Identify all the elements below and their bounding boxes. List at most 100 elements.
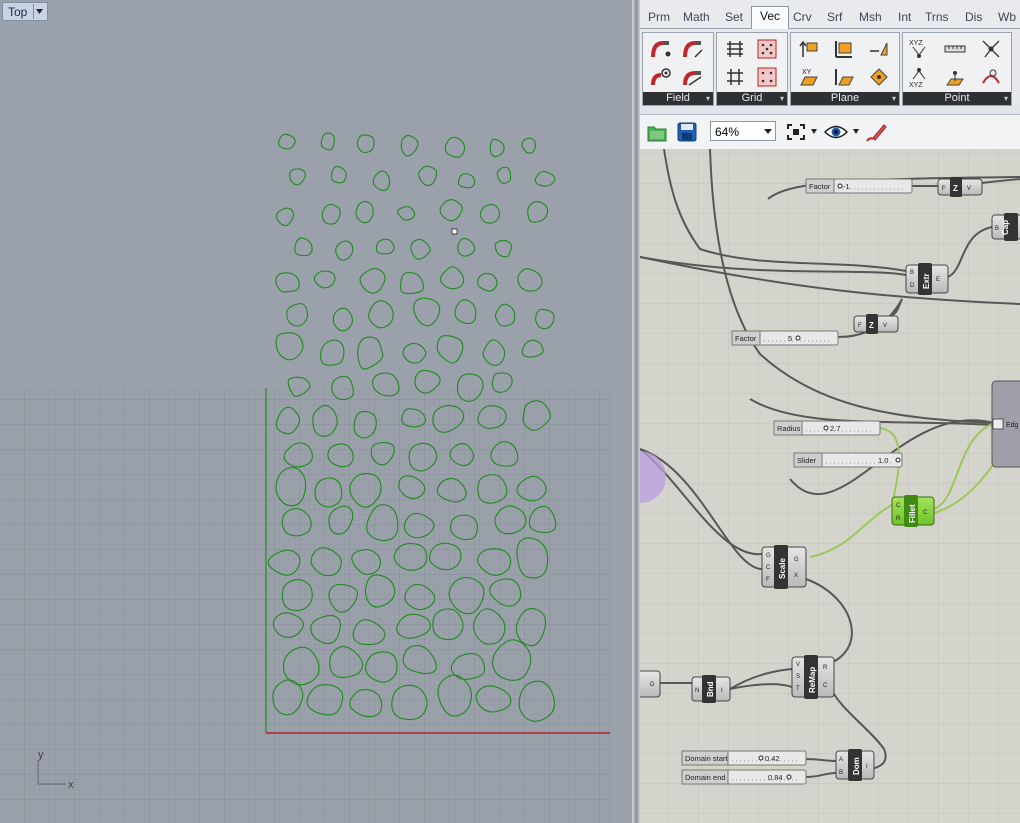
cell-curve[interactable]	[321, 203, 341, 225]
cell-curve[interactable]	[521, 137, 536, 154]
cell-curve[interactable]	[410, 238, 431, 260]
point-on-plane-icon[interactable]	[943, 65, 967, 89]
construct-point-icon[interactable]: XYZ	[907, 37, 931, 61]
open-file-icon[interactable]	[646, 121, 668, 143]
radius-slider[interactable]: Radius 2.7	[773, 420, 881, 436]
tab-vec[interactable]: Vec	[751, 6, 790, 29]
cell-curve[interactable]	[439, 266, 465, 290]
cell-curve[interactable]	[517, 268, 543, 292]
unit-z-component-1[interactable]: Z F V	[937, 177, 983, 197]
cell-curve[interactable]	[494, 303, 516, 327]
unit-z-component-2[interactable]: Z F V	[853, 314, 899, 334]
pull-point-icon[interactable]	[979, 65, 1003, 89]
cell-curve[interactable]	[535, 308, 555, 330]
zoom-level-dropdown[interactable]: 64%	[710, 121, 776, 141]
tab-msh[interactable]: Msh	[859, 10, 882, 24]
remap-component[interactable]: ReMap V S T R C	[791, 655, 835, 699]
cell-curve[interactable]	[400, 271, 424, 295]
fillet-component[interactable]: Fillet C R C	[891, 495, 935, 527]
domain-start-slider[interactable]: Domain start 0.42	[681, 750, 807, 766]
zoom-extents-icon[interactable]	[786, 123, 806, 141]
viewport-menu-dropdown[interactable]	[33, 4, 45, 19]
cell-curve[interactable]	[444, 136, 466, 158]
plane-normal-icon[interactable]	[867, 37, 891, 61]
cell-curve[interactable]	[286, 303, 309, 327]
viewport-canvas[interactable]: y x	[0, 0, 632, 823]
cell-curve[interactable]	[372, 170, 391, 192]
deconstruct-point-icon[interactable]: XYZ	[907, 65, 931, 89]
cell-curve[interactable]	[496, 166, 512, 184]
distance-icon[interactable]	[943, 37, 967, 61]
cell-curve[interactable]	[534, 170, 556, 187]
cell-curve[interactable]	[494, 239, 512, 258]
ribbon-group-label[interactable]: Plane ▾	[791, 92, 899, 105]
plane-offset-icon[interactable]	[867, 65, 891, 89]
tab-srf[interactable]: Srf	[827, 10, 842, 24]
cell-curve[interactable]	[275, 272, 300, 293]
cap-holes-component[interactable]: Cap B	[991, 213, 1020, 241]
chevron-down-icon[interactable]	[853, 129, 859, 134]
cell-curve[interactable]	[400, 135, 419, 157]
ribbon-group-label[interactable]: Field ▾	[643, 92, 713, 105]
bounds-component[interactable]: Bnd N I	[691, 675, 731, 703]
cell-curve[interactable]	[413, 297, 441, 327]
square-grid-icon[interactable]	[723, 65, 747, 89]
cell-curve[interactable]	[454, 299, 477, 325]
vector-force-icon[interactable]	[681, 65, 705, 89]
cell-curve[interactable]	[397, 206, 416, 221]
cell-curve[interactable]	[489, 138, 505, 158]
cell-curve[interactable]	[359, 268, 386, 294]
tab-trns[interactable]: Trns	[925, 10, 949, 24]
scale-component[interactable]: Scale G C F G X	[761, 545, 807, 589]
tab-int[interactable]: Int	[898, 10, 911, 24]
viewport-title-tab[interactable]: Top	[2, 2, 49, 21]
factor-slider-2[interactable]: Factor 5	[731, 330, 839, 346]
window-splitter[interactable]	[632, 0, 640, 823]
hexagonal-grid-icon[interactable]	[755, 37, 779, 61]
cell-curve[interactable]	[457, 173, 476, 189]
line-charge-icon[interactable]	[681, 37, 705, 61]
cell-curve[interactable]	[402, 342, 427, 364]
cell-curve[interactable]	[335, 240, 354, 261]
cell-curve[interactable]	[479, 203, 501, 224]
factor-slider-1[interactable]: Factor -1	[805, 178, 913, 194]
cell-curve[interactable]	[275, 332, 304, 361]
cell-curve[interactable]	[521, 339, 544, 358]
cell-curve[interactable]	[368, 300, 394, 329]
cell-curve[interactable]	[332, 307, 354, 332]
rhino-top-viewport[interactable]: y x Top	[0, 0, 632, 823]
domain-end-slider[interactable]: Domain end 0.84	[681, 769, 807, 785]
cell-curve[interactable]	[289, 168, 306, 186]
preview-eye-icon[interactable]	[824, 123, 848, 141]
cell-curve[interactable]	[277, 133, 296, 150]
chevron-down-icon[interactable]	[811, 129, 817, 134]
cell-curve[interactable]	[320, 132, 335, 151]
definition-graph[interactable]: Factor -1 Z F V Cap B Extr B D E Factor …	[640, 149, 1020, 823]
cell-curve[interactable]	[436, 335, 464, 364]
grasshopper-canvas[interactable]: Factor -1 Z F V Cap B Extr B D E Factor …	[640, 149, 1020, 823]
save-file-icon[interactable]	[676, 121, 698, 143]
number-slider[interactable]: Slider 1.0	[793, 452, 903, 468]
point-charge-icon[interactable]	[649, 37, 673, 61]
spin-force-icon[interactable]	[649, 65, 673, 89]
construct-domain-component[interactable]: Dom A B I	[835, 749, 875, 781]
xy-plane-icon[interactable]: XY	[797, 65, 821, 89]
cell-curve[interactable]	[330, 165, 347, 184]
construct-plane-icon[interactable]	[831, 37, 855, 61]
cell-curve[interactable]	[357, 336, 384, 370]
tab-dis[interactable]: Dis	[965, 10, 982, 24]
cell-curve[interactable]	[375, 238, 395, 255]
align-plane-icon[interactable]	[831, 65, 855, 89]
cell-curve[interactable]	[527, 201, 549, 223]
cell-curve[interactable]	[319, 339, 345, 366]
cell-curve[interactable]	[356, 134, 375, 154]
sketch-pen-icon[interactable]	[864, 121, 888, 143]
extrude-component[interactable]: Extr B D E	[905, 263, 949, 295]
cell-curve[interactable]	[294, 237, 313, 257]
tab-set[interactable]: Set	[725, 10, 743, 24]
edges-component[interactable]: Edg	[991, 380, 1020, 468]
cell-curve[interactable]	[275, 207, 295, 227]
radial-grid-icon[interactable]	[755, 65, 779, 89]
cell-curve[interactable]	[418, 165, 438, 186]
cell-curve[interactable]	[482, 339, 506, 366]
